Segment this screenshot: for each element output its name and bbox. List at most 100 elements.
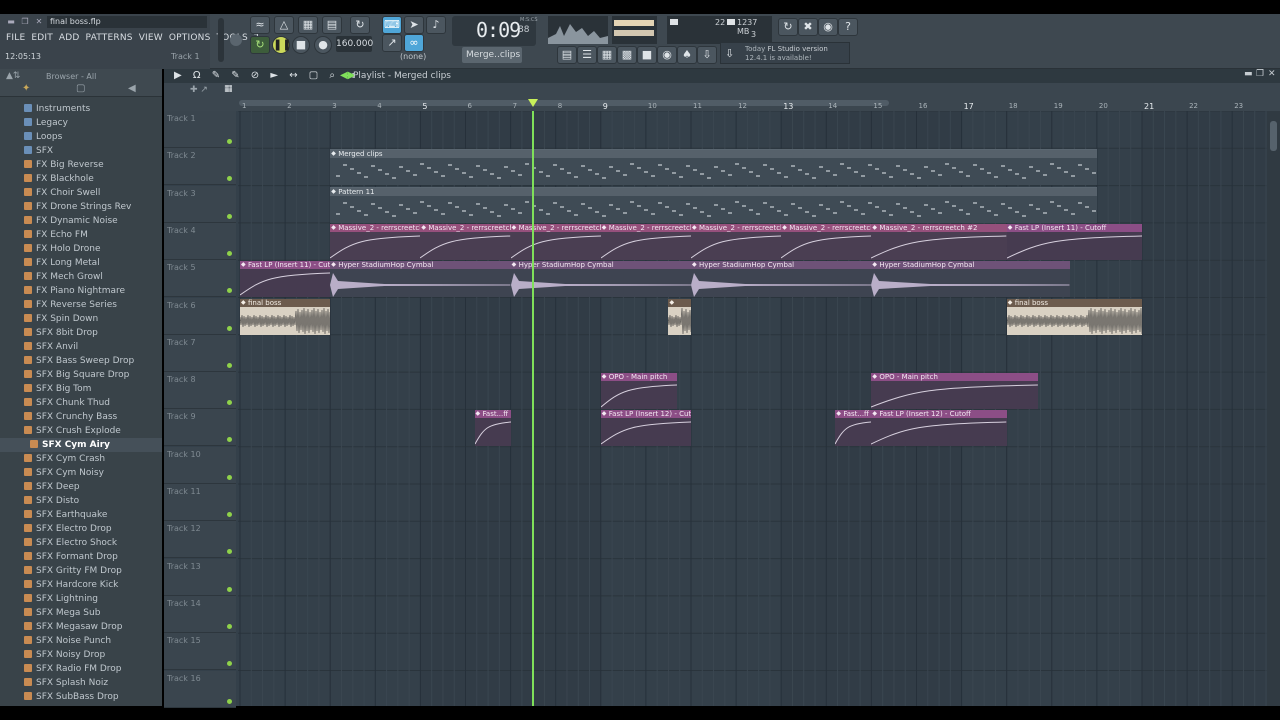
- playlist-clip[interactable]: [668, 298, 691, 335]
- mixer-icon[interactable]: ▩: [617, 46, 637, 64]
- track-mute-led[interactable]: [227, 250, 232, 256]
- step-icon[interactable]: ▦: [298, 16, 318, 34]
- playlist-clip[interactable]: Fast LP (Insert 12) - Cutoff: [600, 410, 691, 447]
- track-header[interactable]: Track 2: [164, 148, 236, 186]
- stop-button[interactable]: ■: [292, 36, 310, 54]
- browser-file[interactable]: SFX Noise Punch: [0, 634, 162, 648]
- loop-record-icon[interactable]: ↻: [350, 16, 370, 34]
- help-icon[interactable]: ?: [838, 18, 858, 36]
- browser-file-icon[interactable]: ▢: [76, 83, 85, 94]
- playlist-close-icon[interactable]: ✕: [1268, 69, 1276, 79]
- zoom-icon[interactable]: ✚ ↗: [190, 85, 208, 95]
- playlist-clip[interactable]: Hyper StadiumHop Cymbal: [691, 261, 872, 298]
- touch-controller-icon[interactable]: ♠: [677, 46, 697, 64]
- piano-roll-icon[interactable]: ☰: [577, 46, 597, 64]
- browser-file[interactable]: FX Spin Down: [0, 312, 162, 326]
- playlist-tools-icon[interactable]: ▶ Ω ✎ ✎ ⊘ ► ↔ ▢ ⌕ ◅: [174, 70, 358, 81]
- track-header[interactable]: Track 15: [164, 633, 236, 671]
- browser-file[interactable]: SFX 8bit Drop: [0, 326, 162, 340]
- browser-file[interactable]: SFX Lightning: [0, 592, 162, 606]
- track-header[interactable]: Track 11: [164, 484, 236, 521]
- track-header[interactable]: Track 4: [164, 222, 236, 260]
- track-mute-led[interactable]: [227, 400, 232, 406]
- track-header[interactable]: Track 7: [164, 334, 236, 372]
- metronome-icon[interactable]: △: [274, 16, 294, 34]
- playlist-clip[interactable]: Fast...ff: [474, 410, 511, 447]
- browser-file[interactable]: SFX Bass Sweep Drop: [0, 354, 162, 368]
- playhead-marker[interactable]: [528, 99, 539, 107]
- track-header[interactable]: Track 3: [164, 185, 236, 223]
- menu-patterns[interactable]: PATTERNS: [83, 32, 136, 44]
- browser-file[interactable]: SFX Chunk Thud: [0, 396, 162, 410]
- browser-file[interactable]: SFX Cym Noisy: [0, 466, 162, 480]
- refresh-icon[interactable]: ↻: [778, 18, 798, 36]
- browser-file[interactable]: FX Choir Swell: [0, 186, 162, 200]
- playlist-clip[interactable]: Merged clips: [330, 149, 1097, 186]
- track-mute-led[interactable]: [227, 437, 232, 443]
- master-pitch-knob[interactable]: [230, 34, 242, 46]
- track-mute-led[interactable]: [227, 586, 232, 592]
- track-header[interactable]: Track 9: [164, 409, 236, 447]
- browser-file[interactable]: SFX Electro Drop: [0, 522, 162, 536]
- playlist-clip[interactable]: Massive_2 - rerrscreetch: [600, 223, 691, 260]
- browser-file[interactable]: FX Big Reverse: [0, 158, 162, 172]
- playhead[interactable]: [532, 111, 535, 706]
- browser-file[interactable]: SFX Disto: [0, 494, 162, 508]
- browser-file[interactable]: SFX Earthquake: [0, 508, 162, 522]
- news-panel[interactable]: ⇩ Today FL Studio version 12.4.1 is avai…: [720, 42, 850, 64]
- track-header[interactable]: Track 13: [164, 558, 236, 596]
- browser-file[interactable]: SFX Cym Airy: [0, 438, 162, 452]
- track-mute-led[interactable]: [227, 288, 232, 294]
- browser-file[interactable]: SFX Crush Explode: [0, 424, 162, 438]
- playlist-clip[interactable]: Massive_2 - rerrscreetch: [691, 223, 782, 260]
- track-mute-led[interactable]: [227, 549, 232, 555]
- minimize-icon[interactable]: ▬: [6, 17, 16, 27]
- microphone-icon[interactable]: ◉: [818, 18, 838, 36]
- playlist-clip[interactable]: Hyper StadiumHop Cymbal: [330, 261, 511, 298]
- playlist-clip[interactable]: final boss: [1006, 298, 1142, 335]
- track-header[interactable]: Track 12: [164, 521, 236, 559]
- playlist-clip[interactable]: final boss: [240, 298, 331, 335]
- playlist-clip[interactable]: Massive_2 - rerrscreetch: [330, 223, 421, 260]
- browser-file[interactable]: SFX Deep: [0, 480, 162, 494]
- channel-rack-icon[interactable]: ▦: [597, 46, 617, 64]
- browser-nav-icon[interactable]: ▲⇅: [6, 71, 20, 81]
- track-header[interactable]: Track 16: [164, 670, 236, 708]
- plugin-picker-icon[interactable]: ◉: [657, 46, 677, 64]
- browser-file[interactable]: SFX Anvil: [0, 340, 162, 354]
- browser-file[interactable]: SFX Radio FM Drop: [0, 662, 162, 676]
- playlist-restore-icon[interactable]: ❐: [1256, 69, 1264, 79]
- browser-file[interactable]: SFX Megasaw Drop: [0, 620, 162, 634]
- playlist-clip[interactable]: OPO - Main pitch: [600, 373, 678, 410]
- track-mute-led[interactable]: [227, 325, 232, 331]
- browser-file[interactable]: FX Blackhole: [0, 172, 162, 186]
- browser-file[interactable]: SFX Mega Sub: [0, 606, 162, 620]
- menu-file[interactable]: FILE: [3, 32, 28, 44]
- track-header[interactable]: Track 5: [164, 260, 236, 298]
- browser-file[interactable]: FX Long Metal: [0, 256, 162, 270]
- menu-add[interactable]: ADD: [56, 32, 83, 44]
- recording-icon[interactable]: ♪: [426, 16, 446, 34]
- track-header[interactable]: Track 10: [164, 446, 236, 484]
- playlist-view-icon[interactable]: ▤: [557, 46, 577, 64]
- playlist-clip[interactable]: Fast LP (Insert 11) - Cutoff: [1006, 223, 1142, 260]
- browser-folder[interactable]: Instruments: [0, 102, 162, 116]
- playlist-clip[interactable]: OPO - Main pitch: [871, 373, 1039, 410]
- record-button[interactable]: ●: [314, 36, 332, 54]
- browser-folder[interactable]: SFX: [0, 144, 162, 158]
- browser-speaker-icon[interactable]: ◀: [128, 83, 136, 94]
- browser-file[interactable]: SFX Big Square Drop: [0, 368, 162, 382]
- song-time-display[interactable]: 0:09 88 M:S:CS: [452, 16, 538, 46]
- typing-keyboard-icon[interactable]: ⌨: [382, 16, 402, 34]
- browser-file[interactable]: FX Echo FM: [0, 228, 162, 242]
- playlist-clip[interactable]: Fast LP (Insert 12) - Cutoff: [871, 410, 1007, 447]
- browser-folder[interactable]: Loops: [0, 130, 162, 144]
- tempo-display[interactable]: 160.000: [336, 36, 373, 52]
- close-icon[interactable]: ✕: [34, 17, 44, 27]
- playlist-clip[interactable]: Fast LP (Insert 11) - Cutoff: [240, 261, 331, 298]
- blend-notes-icon[interactable]: ▤: [322, 16, 342, 34]
- browser-file[interactable]: FX Mech Growl: [0, 270, 162, 284]
- restore-icon[interactable]: ❐: [20, 17, 30, 27]
- pause-button[interactable]: ❚❚: [272, 36, 291, 54]
- vertical-scroll-thumb[interactable]: [1270, 121, 1277, 151]
